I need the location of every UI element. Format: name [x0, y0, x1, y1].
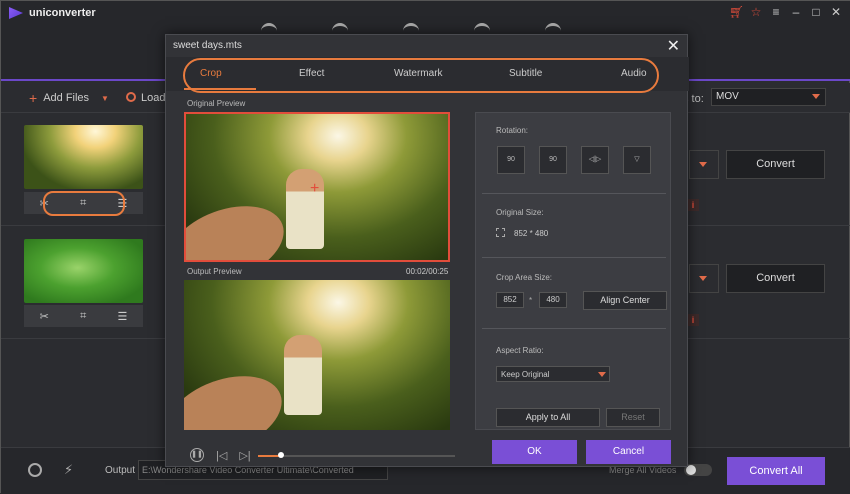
add-files-label: Add Files	[43, 92, 90, 104]
video-thumbnail[interactable]	[24, 125, 143, 189]
maximize-icon[interactable]: □	[809, 5, 823, 19]
format-dropdown[interactable]	[689, 264, 719, 293]
preview-subject	[284, 335, 322, 415]
close-icon[interactable]: ✕	[667, 36, 680, 56]
divider	[482, 257, 666, 258]
crop-separator: *	[529, 296, 533, 305]
thumbnail-tools: ✂ ⌗ ☰	[24, 305, 143, 327]
output-label: Output	[105, 465, 136, 476]
flip-vertical-button[interactable]: ▽	[623, 146, 651, 174]
aspect-ratio-select[interactable]: Keep Original	[496, 366, 610, 382]
window-controls: 🛒︎ ☆ ≡ – □ ✕	[729, 5, 843, 19]
crop-icon[interactable]: ⌗	[80, 310, 86, 323]
download-tab-icon[interactable]	[332, 23, 348, 33]
gift-icon[interactable]: ☆	[749, 5, 763, 19]
lightning-icon[interactable]: ⚡︎	[64, 462, 73, 478]
original-size-value: 852 * 480	[514, 229, 549, 238]
seek-handle[interactable]	[278, 452, 284, 458]
convert-tab-icon[interactable]	[261, 23, 277, 33]
convert-button[interactable]: Convert	[726, 264, 825, 293]
original-preview[interactable]: +	[184, 112, 450, 262]
preview-hand	[184, 361, 293, 430]
minimize-icon[interactable]: –	[789, 5, 803, 19]
load-dvd-button[interactable]: Load	[126, 92, 165, 104]
cart-icon[interactable]: 🛒︎	[729, 5, 744, 19]
video-thumbnail[interactable]	[24, 239, 143, 303]
size-icon	[496, 228, 505, 237]
disc-icon	[126, 92, 136, 102]
output-format-select[interactable]: MOV	[711, 88, 826, 106]
transfer-tab-icon[interactable]	[474, 23, 490, 33]
output-preview	[184, 280, 450, 430]
previous-icon[interactable]: |◁	[216, 449, 227, 462]
burn-tab-icon[interactable]	[403, 23, 419, 33]
crop-width-input[interactable]: 852	[496, 292, 524, 308]
aspect-ratio-value: Keep Original	[501, 370, 550, 379]
app-logo: uniconverter	[9, 7, 96, 19]
schedule-icon[interactable]	[28, 463, 42, 477]
add-files-button[interactable]: + Add Files ▼	[29, 90, 109, 106]
aspect-ratio-label: Aspect Ratio:	[496, 346, 544, 355]
toolbox-tab-icon[interactable]	[545, 23, 561, 33]
original-size-label: Original Size:	[496, 208, 544, 217]
divider	[482, 328, 666, 329]
trim-icon[interactable]: ✂	[40, 310, 49, 323]
next-icon[interactable]: ▷|	[239, 449, 250, 462]
crop-settings-panel: Rotation: 90 90 ◁|▷ ▽ Original Size: 852…	[475, 112, 671, 430]
rotation-label: Rotation:	[496, 126, 529, 135]
info-icon[interactable]: i	[687, 314, 699, 326]
crop-height-input[interactable]: 480	[539, 292, 567, 308]
close-icon[interactable]: ✕	[829, 5, 843, 19]
apply-to-all-button[interactable]: Apply to All	[496, 408, 600, 427]
logo-icon	[9, 7, 23, 19]
app-window: uniconverter 🛒︎ ☆ ≡ – □ ✕ + Add Files ▼ …	[0, 0, 850, 494]
load-label: Load	[141, 92, 166, 104]
convert-button[interactable]: Convert	[726, 150, 825, 179]
original-preview-label: Original Preview	[187, 99, 246, 108]
info-icon[interactable]: i	[687, 199, 699, 211]
edit-dialog: sweet days.mts ✕ Crop Effect Watermark S…	[165, 34, 689, 467]
rotate-left-button[interactable]: 90	[497, 146, 525, 174]
output-preview-label: Output Preview	[187, 267, 242, 276]
menu-icon[interactable]: ≡	[769, 5, 783, 19]
cancel-button[interactable]: Cancel	[586, 440, 671, 464]
crop-crosshair-icon[interactable]: +	[310, 180, 319, 198]
seek-bar[interactable]	[258, 452, 455, 458]
format-value: MOV	[716, 91, 739, 102]
align-center-button[interactable]: Align Center	[583, 291, 667, 310]
reset-button[interactable]: Reset	[606, 408, 660, 427]
dialog-title: sweet days.mts	[173, 40, 242, 51]
convert-all-button[interactable]: Convert All	[727, 457, 825, 485]
merge-toggle[interactable]	[684, 464, 712, 476]
chevron-down-icon	[598, 372, 606, 377]
top-nav-icons	[261, 23, 561, 33]
app-name: uniconverter	[29, 7, 96, 19]
divider	[482, 193, 666, 194]
tabs-highlight	[183, 58, 659, 93]
effects-icon[interactable]: ☰	[118, 310, 128, 323]
preview-hand	[186, 191, 295, 260]
chevron-down-icon[interactable]: ▼	[101, 94, 109, 103]
playback-controls: ❚❚ |◁ ▷|	[190, 448, 251, 462]
ok-button[interactable]: OK	[492, 440, 577, 464]
pause-icon[interactable]: ❚❚	[190, 448, 204, 462]
tools-highlight	[43, 191, 125, 216]
seek-progress	[258, 455, 280, 457]
crop-area-label: Crop Area Size:	[496, 273, 553, 282]
rotate-right-button[interactable]: 90	[539, 146, 567, 174]
format-dropdown[interactable]	[689, 150, 719, 179]
flip-horizontal-button[interactable]: ◁|▷	[581, 146, 609, 174]
plus-icon: +	[29, 90, 38, 106]
chevron-down-icon	[812, 94, 820, 99]
playback-time: 00:02/00:25	[406, 267, 449, 276]
